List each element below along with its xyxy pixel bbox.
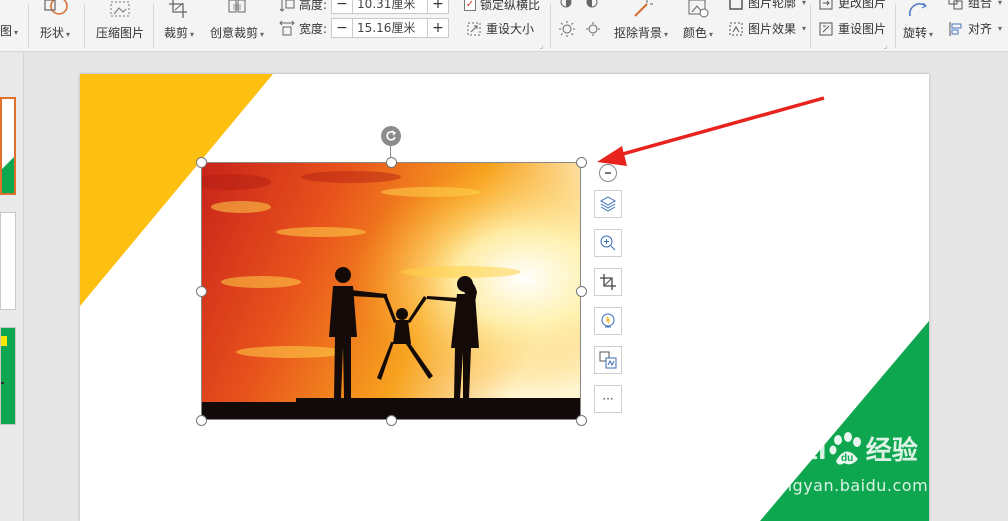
- watermark-url: jingyan.baidu.com: [772, 476, 929, 495]
- watermark-brand-cn: 经验: [865, 436, 918, 466]
- paw-icon: du: [829, 431, 861, 465]
- svg-text:du: du: [841, 453, 853, 464]
- baidu-watermark: Bai du 经验: [775, 430, 918, 467]
- watermark-brand: Bai: [775, 430, 828, 466]
